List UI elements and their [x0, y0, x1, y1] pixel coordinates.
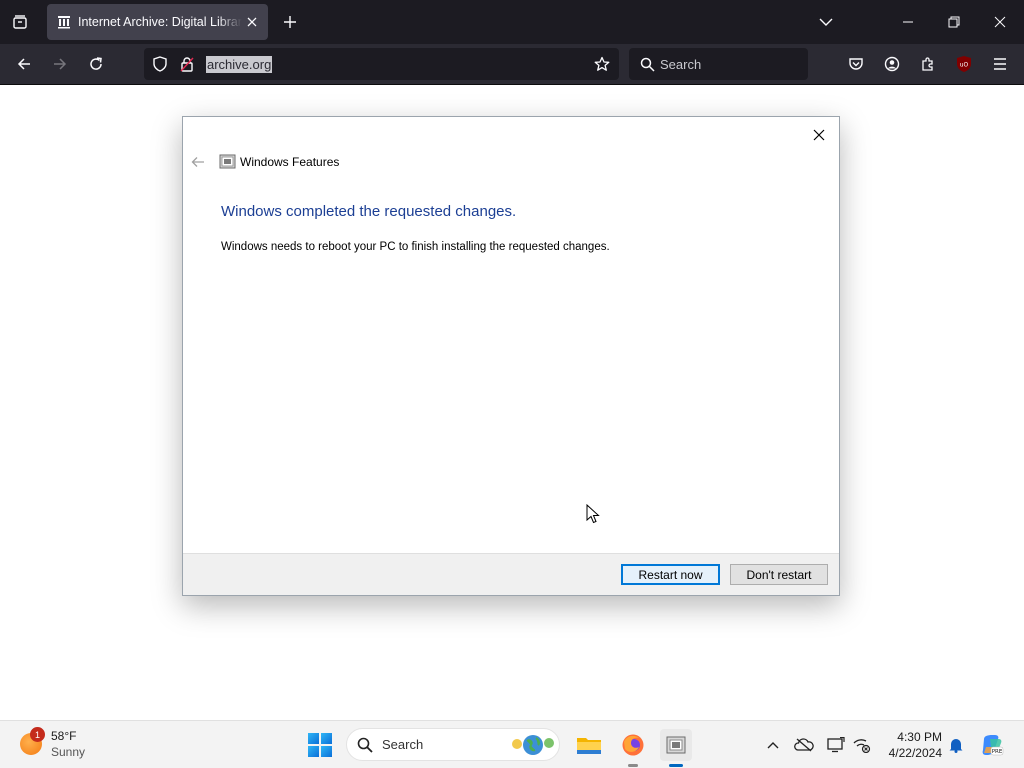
windows-features-taskbar-icon[interactable] [660, 729, 692, 767]
address-bar[interactable]: archive.org [144, 48, 619, 80]
windows-features-app-icon [219, 153, 236, 170]
taskbar-search-placeholder: Search [382, 737, 424, 752]
dialog-footer: Restart now Don't restart [183, 553, 839, 595]
tab-overflow-chevron-icon[interactable] [812, 8, 840, 36]
account-icon[interactable] [878, 50, 906, 78]
dialog-message: Windows needs to reboot your PC to finis… [221, 241, 610, 253]
taskbar-search-box[interactable]: Search [346, 728, 560, 761]
new-tab-icon[interactable] [278, 10, 302, 34]
ublock-origin-icon[interactable]: uO [950, 50, 978, 78]
hamburger-menu-icon[interactable] [986, 50, 1014, 78]
browser-search-bar[interactable]: Search [629, 48, 808, 80]
dont-restart-button[interactable]: Don't restart [730, 564, 828, 585]
restore-icon[interactable] [940, 8, 968, 36]
windows-taskbar: 1 58°F Sunny Search 4:30 PM 4/22/2024 PR… [0, 720, 1024, 768]
browser-navbar: archive.org Search uO [0, 44, 1024, 85]
taskbar-search-icon [357, 737, 373, 753]
windows-features-dialog: Windows Features Windows completed the r… [182, 116, 840, 596]
archive-favicon-icon [56, 14, 72, 30]
dialog-heading: Windows completed the requested changes. [221, 203, 517, 220]
weather-notification-badge: 1 [30, 727, 45, 742]
start-windows-icon[interactable] [308, 733, 332, 757]
display-icon[interactable] [826, 735, 846, 755]
window-close-icon[interactable] [986, 8, 1014, 36]
tracking-protection-shield-icon[interactable] [152, 56, 168, 72]
svg-text:PRE: PRE [992, 749, 1003, 755]
onedrive-icon[interactable] [794, 735, 814, 755]
mouse-cursor-icon [586, 504, 600, 524]
copilot-icon[interactable]: PRE [980, 733, 1004, 757]
dialog-back-arrow-icon[interactable] [189, 154, 207, 170]
search-highlight-earth-icon [512, 735, 554, 755]
weather-condition[interactable]: Sunny [51, 745, 85, 759]
dialog-app-title: Windows Features [240, 155, 340, 169]
site-lock-icon[interactable] [179, 56, 195, 72]
browser-tabbar: Internet Archive: Digital Library [0, 0, 1024, 44]
search-placeholder: Search [660, 57, 702, 72]
pocket-icon[interactable] [842, 50, 870, 78]
chevron-up-icon[interactable] [763, 735, 783, 755]
reload-icon[interactable] [82, 50, 110, 78]
svg-text:uO: uO [960, 62, 969, 69]
firefox-running-indicator [628, 764, 638, 767]
file-explorer-taskbar-icon[interactable] [573, 729, 605, 761]
tab-close-icon[interactable] [244, 14, 260, 30]
firefox-taskbar-icon[interactable] [617, 729, 649, 767]
url-text[interactable]: archive.org [206, 56, 273, 73]
browser-tab-active[interactable]: Internet Archive: Digital Library [47, 4, 268, 40]
search-icon [639, 56, 655, 72]
dialog-close-icon[interactable] [807, 123, 831, 147]
minimize-icon[interactable] [894, 8, 922, 36]
clock-date[interactable]: 4/22/2024 [884, 746, 942, 760]
tab-title: Internet Archive: Digital Library [78, 15, 242, 29]
notification-bell-icon[interactable] [946, 735, 966, 755]
forward-icon[interactable] [46, 50, 74, 78]
windows-features-running-indicator [669, 764, 683, 767]
network-icon[interactable] [852, 735, 872, 755]
clock-time[interactable]: 4:30 PM [884, 730, 942, 744]
back-icon[interactable] [10, 50, 38, 78]
bookmark-star-icon[interactable] [594, 56, 610, 72]
extensions-puzzle-icon[interactable] [914, 50, 942, 78]
list-all-tabs-icon[interactable] [6, 8, 34, 36]
weather-temperature[interactable]: 58°F [51, 729, 76, 743]
restart-now-button[interactable]: Restart now [621, 564, 720, 585]
